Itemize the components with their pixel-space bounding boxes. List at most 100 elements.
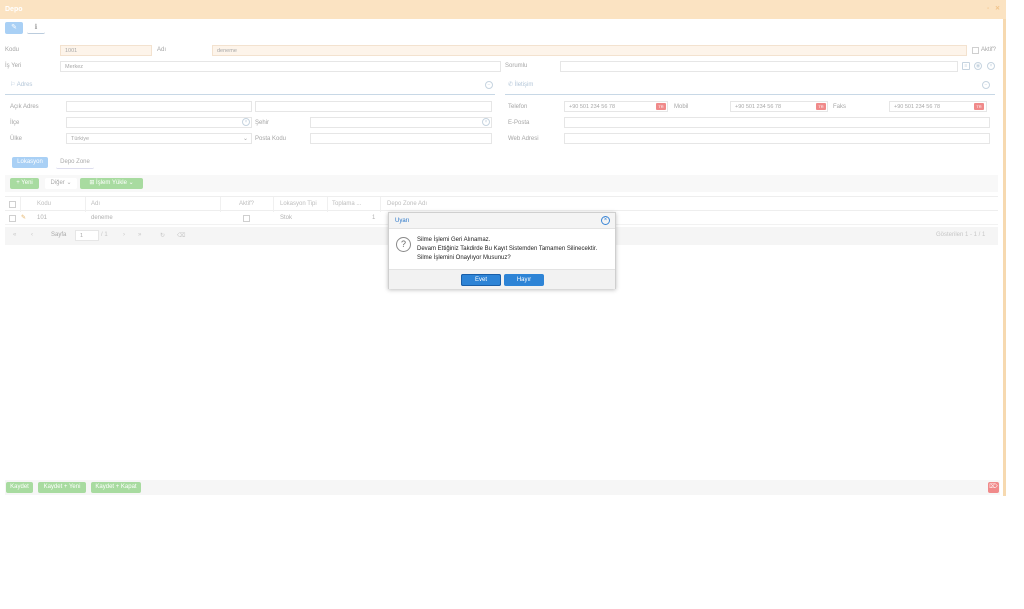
posta-kodu-field[interactable]: [310, 133, 492, 144]
dialog-title: Uyarı: [395, 218, 410, 224]
column-header-adi[interactable]: Adı: [91, 201, 100, 207]
phone-icon: ✆: [508, 82, 514, 88]
dialog-message-line2: Devam Ettiğiniz Takdirde Bu Kayıt Sistem…: [417, 246, 598, 252]
other-button[interactable]: Diğer ⌄: [45, 178, 77, 189]
excel-icon: ⊞: [89, 180, 95, 186]
first-page-icon[interactable]: «: [13, 232, 16, 238]
list-icon[interactable]: ≡: [962, 62, 970, 70]
dialog-header: Uyarı ×: [389, 213, 615, 229]
cell-adi: deneme: [91, 215, 113, 221]
isyeri-field[interactable]: Merkez: [60, 61, 501, 72]
posta-kodu-label: Posta Kodu: [255, 136, 287, 142]
cell-kodu: 101: [37, 215, 48, 221]
select-all-checkbox[interactable]: [9, 201, 16, 208]
save-new-button[interactable]: Kaydet + Yeni: [38, 482, 86, 493]
column-header-lokasyon-tipi[interactable]: Lokasyon Tipi: [280, 201, 317, 207]
ilce-field[interactable]: [66, 117, 252, 128]
eraser-icon[interactable]: ⌫: [177, 232, 185, 239]
last-page-icon[interactable]: »: [138, 232, 141, 238]
column-header-toplama[interactable]: Toplama ...: [332, 201, 361, 207]
sorumlu-field[interactable]: [560, 61, 958, 72]
kodu-field[interactable]: 1001: [60, 45, 152, 56]
tr-flag-icon[interactable]: TR: [816, 103, 826, 110]
adi-field[interactable]: deneme: [212, 45, 967, 56]
plus-icon: +: [16, 180, 20, 186]
iletisim-title: İletişim: [514, 82, 534, 88]
no-button[interactable]: Hayır: [504, 274, 544, 286]
sehir-clear-icon[interactable]: ×: [482, 118, 490, 126]
ilce-label: İlçe: [10, 120, 20, 126]
telefon-field[interactable]: +90 501 234 56 78: [564, 101, 668, 112]
sorumlu-label: Sorumlu: [505, 63, 528, 69]
map-icon: ⚐: [10, 82, 16, 88]
acik-adres-label: Açık Adres: [10, 104, 39, 110]
pager-summary: Gösterilen 1 - 1 / 1: [936, 232, 986, 238]
telefon-label: Telefon: [508, 104, 528, 110]
tab-depo-zone[interactable]: Depo Zone: [56, 157, 94, 169]
info-tab-icon[interactable]: ℹ: [27, 22, 45, 34]
tr-flag-icon[interactable]: TR: [656, 103, 666, 110]
row-checkbox[interactable]: [9, 215, 16, 222]
eposta-field[interactable]: [564, 117, 990, 128]
adi-label: Adı: [157, 47, 167, 53]
ulke-select[interactable]: Türkiye: [66, 133, 252, 144]
isyeri-label: İş Yeri: [5, 63, 22, 69]
tr-flag-icon[interactable]: TR: [974, 103, 984, 110]
save-close-button[interactable]: Kaydet + Kapat: [91, 482, 141, 493]
window-controls-icon[interactable]: ▫ ✕: [987, 5, 1002, 12]
prev-page-icon[interactable]: ‹: [31, 232, 33, 238]
new-button-label: Yeni: [21, 180, 33, 186]
mobil-label: Mobil: [674, 104, 689, 110]
column-header-depo-zone[interactable]: Depo Zone Adı: [387, 201, 427, 207]
acik-adres-field-1[interactable]: [66, 101, 252, 112]
iletisim-collapse-icon[interactable]: −: [982, 81, 990, 89]
adres-collapse-icon[interactable]: −: [485, 81, 493, 89]
web-field[interactable]: [564, 133, 990, 144]
page-label: Sayfa: [51, 232, 67, 238]
bottom-bar: Kaydet Kaydet + Yeni Kaydet + Kapat ⌦: [5, 480, 1000, 495]
sehir-field[interactable]: [310, 117, 492, 128]
new-button[interactable]: + Yeni: [10, 178, 39, 189]
next-page-icon[interactable]: ›: [123, 232, 125, 238]
ulke-label: Ülke: [10, 136, 23, 142]
yes-button[interactable]: Evet: [461, 274, 501, 286]
column-divider: [273, 197, 274, 212]
edit-pencil-icon[interactable]: ✎: [21, 214, 26, 221]
refresh-icon[interactable]: ↻: [160, 232, 165, 239]
excel-import-label: İşlem Yükle: [96, 180, 127, 186]
column-divider: [85, 197, 86, 212]
cell-aktif-checkbox: [243, 215, 250, 222]
adres-section-header: ⚐ Adres: [10, 81, 32, 88]
faks-label: Faks: [833, 104, 847, 110]
faks-field[interactable]: +90 501 234 56 78: [889, 101, 987, 112]
tab-lokasyon[interactable]: Lokasyon: [12, 157, 48, 168]
excel-import-button[interactable]: ⊞ İşlem Yükle ⌄: [80, 178, 143, 189]
dialog-footer: Evet Hayır: [389, 269, 615, 289]
chevron-down-icon: ⌄: [128, 180, 134, 186]
delete-icon[interactable]: ⌦: [988, 482, 999, 493]
close-icon[interactable]: ×: [601, 216, 610, 225]
save-button[interactable]: Kaydet: [6, 482, 33, 493]
web-label: Web Adresi: [508, 136, 539, 142]
adres-divider: [5, 94, 495, 95]
page-input[interactable]: 1: [75, 230, 99, 241]
iletisim-section-header: ✆ İletişim: [508, 81, 533, 88]
eye-icon[interactable]: ◉: [974, 62, 982, 70]
clear-icon[interactable]: ×: [987, 62, 995, 70]
column-divider: [220, 197, 221, 212]
acik-adres-field-2[interactable]: [255, 101, 492, 112]
column-divider: [327, 197, 328, 212]
other-button-label: Diğer: [50, 180, 65, 186]
aktif-label: Aktif?: [981, 47, 997, 53]
page-total: / 1: [101, 232, 108, 238]
dialog-message-line1: Silme İşlemi Geri Alınamaz.: [417, 237, 491, 243]
aktif-checkbox[interactable]: [972, 47, 979, 54]
grid-toolbar: + Yeni Diğer ⌄ ⊞ İşlem Yükle ⌄: [5, 175, 998, 192]
chevron-down-icon[interactable]: ⌄: [243, 135, 248, 142]
ilce-clear-icon[interactable]: ×: [242, 118, 250, 126]
column-header-aktif[interactable]: Aktif?: [239, 201, 254, 207]
mobil-field[interactable]: +90 501 234 56 78: [730, 101, 828, 112]
sehir-label: Şehir: [255, 120, 270, 126]
edit-tab-icon[interactable]: ✎: [5, 22, 23, 34]
column-header-kodu[interactable]: Kodu: [37, 201, 51, 207]
